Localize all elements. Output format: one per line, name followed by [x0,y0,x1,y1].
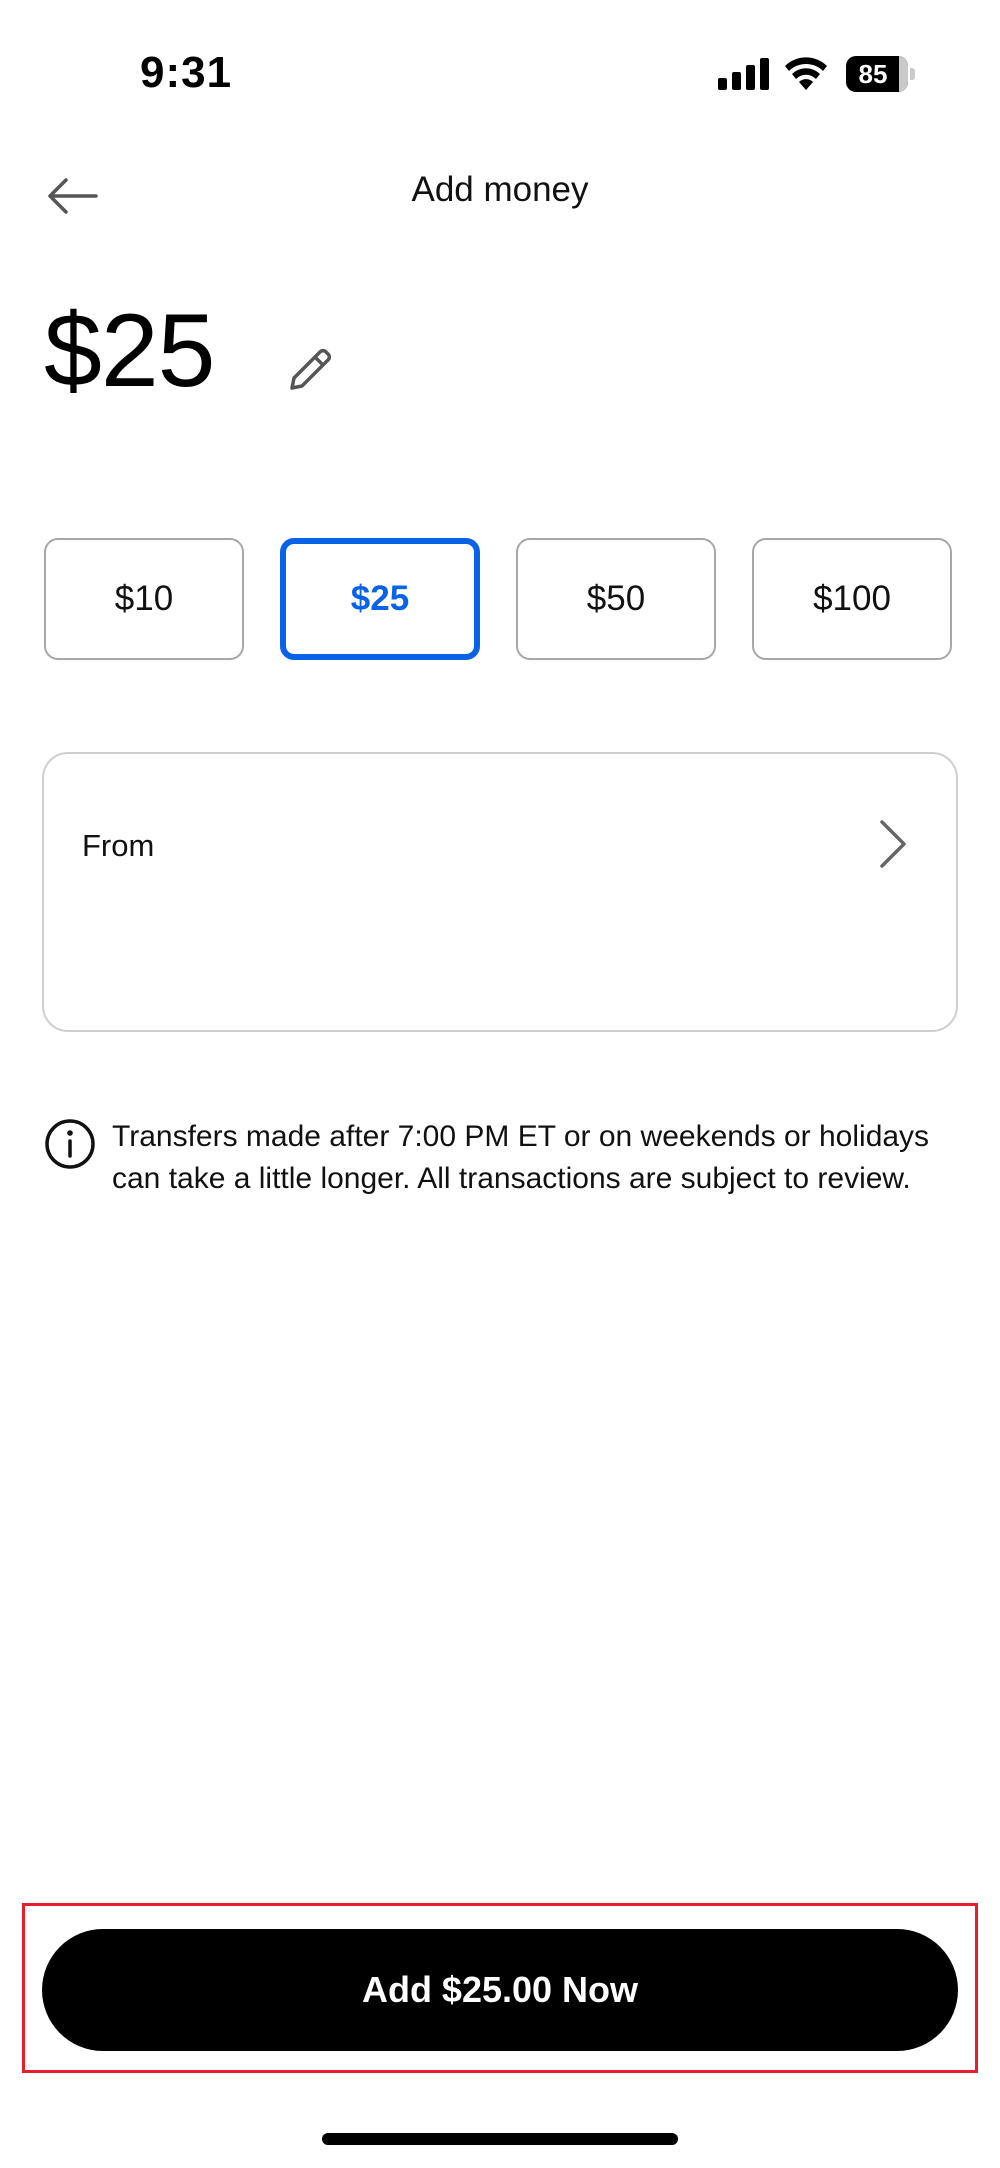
info-icon [45,1119,95,1169]
preset-amount-25-button[interactable]: $25 [280,538,480,660]
preset-amount-100-button[interactable]: $100 [752,538,952,660]
page-title: Add money [411,170,589,209]
preset-amount-50-button[interactable]: $50 [516,538,716,660]
from-account-selector[interactable]: From [42,752,958,1032]
transfer-info-text: Transfers made after 7:00 PM ET or on we… [112,1120,930,1195]
wifi-icon [785,57,827,90]
battery-level: 85 [858,59,888,89]
battery-icon: 85 [846,56,916,92]
cellular-signal-icon [718,58,769,90]
amount-display: $25 [44,293,216,409]
add-money-now-button[interactable]: Add $25.00 Now [42,1929,958,2051]
pencil-icon [290,348,332,390]
edit-amount-button[interactable] [274,334,346,406]
from-label: From [82,828,155,863]
preset-amount-10-button[interactable]: $10 [44,538,244,660]
home-indicator [322,2133,678,2145]
chevron-right-icon [880,820,906,868]
status-time: 9:31 [140,48,233,97]
